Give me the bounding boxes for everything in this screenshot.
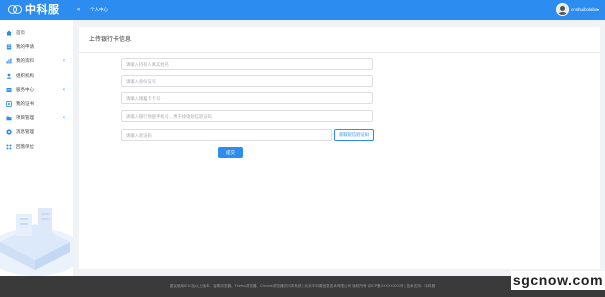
sidebar-item-label: 服务中心 — [16, 86, 34, 92]
chevron-left-icon: ‹ — [63, 115, 65, 122]
form-row-bank-phone: *银行预留手机 — [79, 110, 600, 122]
project-icon — [6, 115, 12, 121]
sidebar-item-label: 我的资料 — [16, 58, 34, 64]
id-card-input[interactable] — [121, 75, 373, 87]
caret-down-icon[interactable]: ▾ — [597, 4, 599, 15]
title-divider — [79, 52, 600, 53]
get-code-button[interactable]: 获取短信验证码 — [334, 129, 374, 141]
form-row-name: *姓名 — [79, 58, 600, 70]
page-title: 上传银行卡信息 — [89, 37, 132, 43]
sidebar-item-label: 首页 — [16, 30, 25, 36]
sidebar-item-home[interactable]: 首页 — [0, 26, 73, 40]
double-chevron-left-icon[interactable]: « — [77, 5, 80, 15]
form-row-code: *验证码 获取短信验证码 — [79, 129, 600, 141]
sidebar-item-message-management[interactable]: 消息管理 — [0, 125, 73, 139]
sidebar-item-my-certificates[interactable]: 我的证书 — [0, 97, 73, 111]
logo-text: 中科服 — [25, 4, 60, 16]
avatar[interactable] — [556, 3, 569, 16]
sidebar-item-service-center[interactable]: 服务中心 ‹ — [0, 83, 73, 97]
certificate-icon — [6, 101, 12, 107]
sidebar-item-label: 我的申请 — [16, 44, 34, 50]
sidebar-item-unit[interactable]: 回落单位 — [0, 140, 73, 154]
name-input[interactable] — [121, 58, 373, 70]
sidebar-item-label: 回落单位 — [16, 143, 34, 149]
document-icon — [6, 44, 12, 50]
main-card: 上传银行卡信息 *姓名 *身份证号 *银行卡号 *银行预留手机 *验证码 获取短… — [79, 27, 600, 269]
form-row-bank-card: *银行卡号 — [79, 92, 600, 104]
sidebar-item-my-applications[interactable]: 我的申请 — [0, 40, 73, 54]
form-row-id-card: *身份证号 — [79, 75, 600, 87]
chevron-left-icon: ‹ — [63, 86, 65, 93]
message-icon — [6, 129, 12, 136]
bank-phone-input[interactable] — [121, 110, 373, 122]
logo[interactable]: 中科服 — [8, 3, 60, 17]
bank-card-input[interactable] — [121, 92, 373, 104]
sidebar-item-label: 消息管理 — [16, 129, 34, 135]
sidebar-menu: 首页 我的申请 我的资料 ‹ 组织机构 服务中心 ‹ 我的证书 项目管理 ‹ 消… — [0, 26, 73, 154]
profile-icon — [6, 58, 12, 65]
chevron-left-icon: ‹ — [63, 58, 65, 65]
sidebar-item-label: 组织机构 — [16, 72, 34, 78]
submit-button[interactable]: 提交 — [218, 147, 243, 158]
watermark: sgcnow.com — [511, 271, 605, 290]
sidebar-item-my-profile[interactable]: 我的资料 ‹ — [0, 54, 73, 68]
code-input[interactable] — [121, 129, 332, 141]
service-icon — [6, 87, 12, 93]
username[interactable]: cnshuibolaba — [571, 4, 598, 15]
organization-icon — [6, 73, 12, 79]
sidebar-item-label: 项目管理 — [16, 115, 34, 121]
sidebar-item-organization[interactable]: 组织机构 — [0, 69, 73, 83]
sidebar-item-project-management[interactable]: 项目管理 ‹ — [0, 111, 73, 125]
unit-icon — [6, 144, 12, 150]
sidebar-illustration — [0, 208, 73, 276]
sidebar: 首页 我的申请 我的资料 ‹ 组织机构 服务中心 ‹ 我的证书 项目管理 ‹ 消… — [0, 20, 73, 276]
logo-mark-icon — [8, 4, 22, 16]
sidebar-item-label: 我的证书 — [16, 101, 34, 107]
top-bar: 中科服 « 个人中心 cnshuibolaba ▾ — [0, 0, 605, 20]
home-icon — [6, 30, 12, 36]
tab-personal-center[interactable]: 个人中心 — [86, 3, 112, 17]
